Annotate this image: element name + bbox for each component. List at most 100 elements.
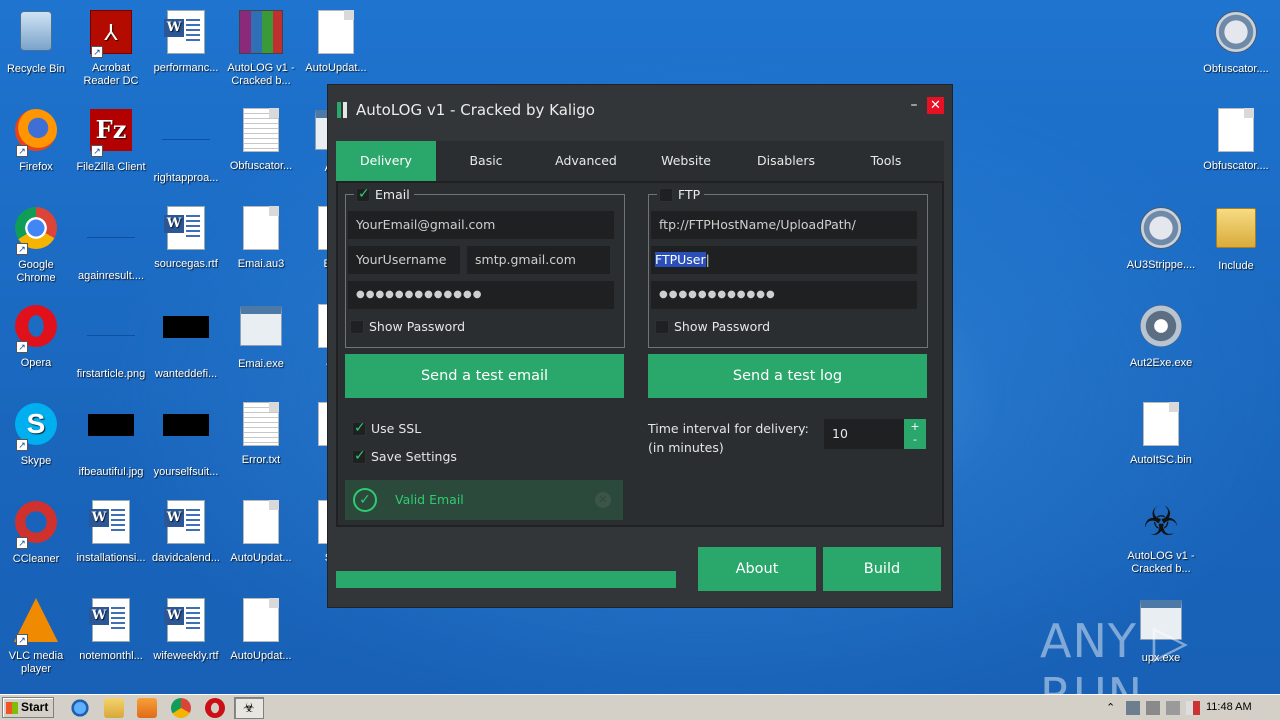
desktop-icon[interactable]: AutoLOG v1 - Cracked b... (221, 8, 301, 88)
desktop-icon[interactable]: Wsourcegas.rtf (146, 204, 226, 271)
desktop-icon[interactable]: Emai.exe (221, 302, 301, 371)
skype-icon: S ↗ (12, 403, 60, 451)
opera-taskbar-icon[interactable] (205, 698, 225, 718)
desktop-icon[interactable]: AutoUpdat... (296, 8, 376, 75)
desktop-icon[interactable]: Aut2Exe.exe (1121, 302, 1201, 370)
desktop-icon[interactable]: AU3Strippe.... (1121, 204, 1201, 272)
word-doc-icon: W (87, 598, 135, 646)
desktop-icon[interactable]: S ↗ Skype (0, 400, 76, 468)
title-bar[interactable]: AutoLOG v1 - Cracked by Kaligo – ✕ (328, 85, 952, 131)
desktop-icon[interactable]: ⅄ ↗ Acrobat Reader DC (71, 8, 151, 88)
ftp-host-field[interactable]: ftp://FTPHostName/UploadPath/ (651, 211, 917, 239)
desktop-icon[interactable]: rightapproa... (146, 106, 226, 185)
opera-icon: ↗ (12, 305, 60, 353)
desktop-icon-label: notemonthl... (79, 650, 143, 662)
chrome-taskbar-icon[interactable] (171, 698, 191, 718)
send-test-log-button[interactable]: Send a test log (648, 354, 927, 398)
desktop-icon[interactable]: ↗ Google Chrome (0, 204, 76, 285)
blank-file-icon (87, 316, 135, 364)
ftp-show-password-checkbox[interactable] (655, 319, 669, 334)
desktop-icon-label: Obfuscator.... (1203, 160, 1269, 172)
media-player-icon[interactable] (137, 698, 157, 718)
desktop-icon[interactable]: Obfuscator.... (1196, 8, 1276, 76)
file-explorer-icon[interactable] (104, 698, 124, 718)
email-password-field[interactable]: ●●●●●●●●●●●●● (348, 281, 614, 309)
tab-basic[interactable]: Basic (436, 141, 536, 181)
text-file-icon (237, 108, 285, 156)
network-icon[interactable] (1126, 701, 1140, 715)
desktop-icon[interactable]: Fz ↗ FileZilla Client (71, 106, 151, 174)
interval-input[interactable]: 10 (824, 419, 904, 449)
save-settings-option[interactable]: Save Settings (352, 448, 457, 464)
desktop-icon[interactable]: AutoItSC.bin (1121, 400, 1201, 467)
desktop-icon[interactable]: AutoUpdat... (221, 498, 301, 565)
save-settings-checkbox[interactable] (352, 448, 366, 464)
tab-website[interactable]: Website (636, 141, 736, 181)
send-test-email-button[interactable]: Send a test email (345, 354, 624, 398)
desktop-icon[interactable]: ↗ Firefox (0, 106, 76, 174)
tab-delivery[interactable]: Delivery (336, 141, 436, 181)
decrement-button[interactable]: - (904, 433, 926, 446)
ftp-show-password[interactable]: Show Password (655, 319, 770, 334)
desktop-icon[interactable]: ↗ CCleaner (0, 498, 76, 566)
desktop-icon[interactable]: AutoUpdat... (221, 596, 301, 663)
desktop-icon[interactable]: againresult.... (71, 204, 151, 283)
desktop-icon[interactable]: ☣ AutoLOG v1 - Cracked b... (1121, 498, 1201, 576)
desktop-icon[interactable]: Wnotemonthl... (71, 596, 151, 663)
power-icon[interactable] (1166, 701, 1180, 715)
desktop-icon[interactable]: Wperformanc... (146, 8, 226, 75)
autoit-lock-icon (1212, 11, 1260, 59)
desktop-icon[interactable]: yourselfsuit... (146, 400, 226, 479)
shortcut-arrow-icon: ↗ (16, 537, 28, 549)
desktop-icon-label: VLC media player (8, 650, 64, 675)
desktop-icon[interactable]: Wdavidcalend... (146, 498, 226, 565)
desktop-icon[interactable]: Winstallationsi... (71, 498, 151, 565)
autolog-taskbar-button[interactable]: ☣ (234, 697, 264, 719)
black-image-icon (162, 414, 210, 462)
desktop-icon[interactable]: Obfuscator... (221, 106, 301, 173)
ftp-user-field[interactable]: FTPUser| (651, 246, 917, 274)
desktop-icon[interactable]: Wwifeweekly.rtf (146, 596, 226, 663)
use-ssl-option[interactable]: Use SSL (352, 420, 421, 436)
smtp-server-field[interactable]: smtp.gmail.com (467, 246, 610, 274)
desktop-icon[interactable]: Emai.au3 (221, 204, 301, 271)
email-legend: Email (354, 186, 414, 202)
desktop-icon[interactable]: firstarticle.png (71, 302, 151, 381)
about-button[interactable]: About (698, 547, 816, 591)
email-address-field[interactable]: YourEmail@gmail.com (348, 211, 614, 239)
vlc-icon: ↗ (12, 598, 60, 646)
ftp-enable-checkbox[interactable] (659, 187, 673, 202)
close-button[interactable]: ✕ (927, 97, 944, 114)
desktop-icon[interactable]: wanteddefi... (146, 302, 226, 381)
minimize-button[interactable]: – (906, 97, 922, 113)
internet-explorer-icon[interactable] (70, 698, 90, 718)
autoit-lock-icon (1137, 207, 1185, 255)
desktop-icon-label: CCleaner (12, 553, 60, 565)
tab-disablers[interactable]: Disablers (736, 141, 836, 181)
increment-button[interactable]: + (904, 420, 926, 433)
filezilla-icon: Fz ↗ (87, 109, 135, 157)
desktop-icon[interactable]: ↗ Opera (0, 302, 76, 370)
build-button[interactable]: Build (823, 547, 941, 591)
tab-advanced[interactable]: Advanced (536, 141, 636, 181)
tab-tools[interactable]: Tools (836, 141, 936, 181)
desktop-icon[interactable]: Recycle Bin (0, 8, 76, 76)
use-ssl-checkbox[interactable] (352, 420, 366, 436)
email-username-field[interactable]: YourUsername (348, 246, 460, 274)
email-show-password-checkbox[interactable] (350, 319, 364, 334)
interval-stepper[interactable]: + - (904, 419, 926, 449)
desktop-icon[interactable]: ↗ VLC media player (0, 596, 76, 676)
start-button[interactable]: Start (2, 697, 54, 718)
ftp-password-field[interactable]: ●●●●●●●●●●●● (651, 281, 917, 309)
desktop-icon[interactable]: Include (1196, 204, 1276, 273)
dismiss-icon[interactable]: ✕ (595, 492, 611, 508)
blank-file-icon (87, 218, 135, 266)
email-enable-checkbox[interactable] (356, 186, 370, 202)
volume-icon[interactable] (1146, 701, 1160, 715)
email-show-password[interactable]: Show Password (350, 319, 465, 334)
desktop-icon[interactable]: ifbeautiful.jpg (71, 400, 151, 479)
show-hidden-icons[interactable]: ⌃ (1106, 701, 1120, 715)
desktop-icon[interactable]: Error.txt (221, 400, 301, 467)
desktop-icon[interactable]: Obfuscator.... (1196, 106, 1276, 173)
action-center-flag-icon[interactable] (1186, 701, 1200, 715)
